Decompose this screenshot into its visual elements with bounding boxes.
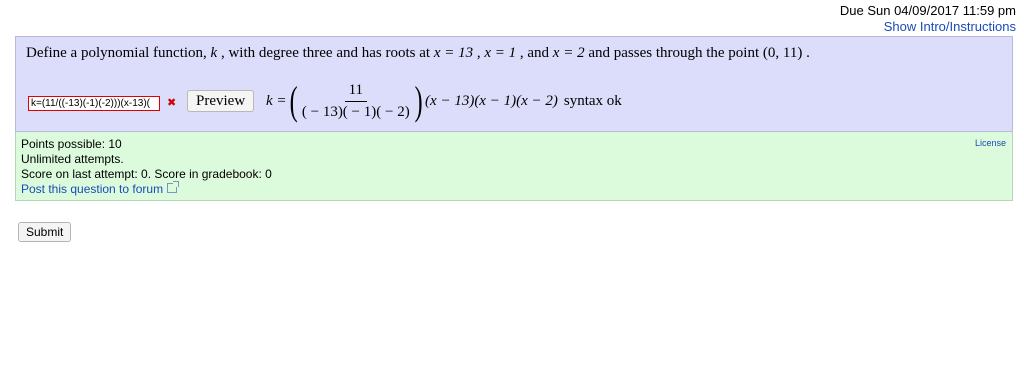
question-text: Define a polynomial function, k , with d… [26, 45, 810, 62]
root-1: x = 13 [433, 45, 474, 61]
syntax-status: syntax ok [563, 92, 622, 109]
due-date: Due Sun 04/09/2017 11:59 pm [839, 3, 1016, 18]
question-text-part: Define a polynomial function, [26, 45, 211, 61]
right-paren: ) [414, 78, 423, 123]
math-preview: k = ( 11 ( − 13)( − 1)( − 2) ) (x − 13)(… [266, 79, 622, 123]
left-paren: ( [289, 78, 298, 123]
fraction: 11 ( − 13)( − 1)( − 2) [302, 82, 410, 121]
answer-input[interactable] [28, 96, 160, 111]
root-3: x = 2 [552, 45, 585, 61]
separator: , and [516, 45, 553, 61]
question-text-part: , with degree three and has roots at [217, 45, 434, 61]
root-2: x = 1 [484, 45, 517, 61]
separator: , [473, 45, 485, 61]
question-box: Define a polynomial function, k , with d… [15, 36, 1013, 132]
submit-button[interactable]: Submit [18, 222, 72, 242]
score-info: Score on last attempt: 0. Score in grade… [21, 167, 272, 181]
preview-button[interactable]: Preview [187, 90, 255, 112]
post-to-forum-link[interactable]: Post this question to forum [21, 182, 163, 196]
question-text-part: and passes through the point [584, 45, 763, 61]
preview-lhs: k = [266, 92, 287, 109]
fraction-numerator: 11 [344, 82, 368, 102]
fraction-denominator: ( − 13)( − 1)( − 2) [301, 103, 410, 120]
due-info: Due Sun 04/09/2017 11:59 pm Show Intro/I… [840, 3, 1016, 35]
info-box: Points possible: 10 Unlimited attempts. … [15, 132, 1013, 201]
external-link-icon[interactable] [167, 181, 180, 193]
preview-rhs: (x − 13)(x − 1)(x − 2) [425, 92, 558, 109]
info-lines: Points possible: 10 Unlimited attempts. … [21, 137, 272, 197]
answer-row: ✖ Preview k = ( 11 ( − 13)( − 1)( − 2) )… [26, 81, 1006, 121]
show-intro-link[interactable]: Show Intro/Instructions [840, 19, 1016, 35]
attempts-info: Unlimited attempts. [21, 152, 124, 166]
question-text-end: . [802, 45, 810, 61]
x-mark-icon: ✖ [167, 97, 177, 109]
license-link[interactable]: License [975, 136, 1006, 151]
points-possible: Points possible: 10 [21, 137, 122, 151]
point: (0, 11) [762, 45, 803, 61]
